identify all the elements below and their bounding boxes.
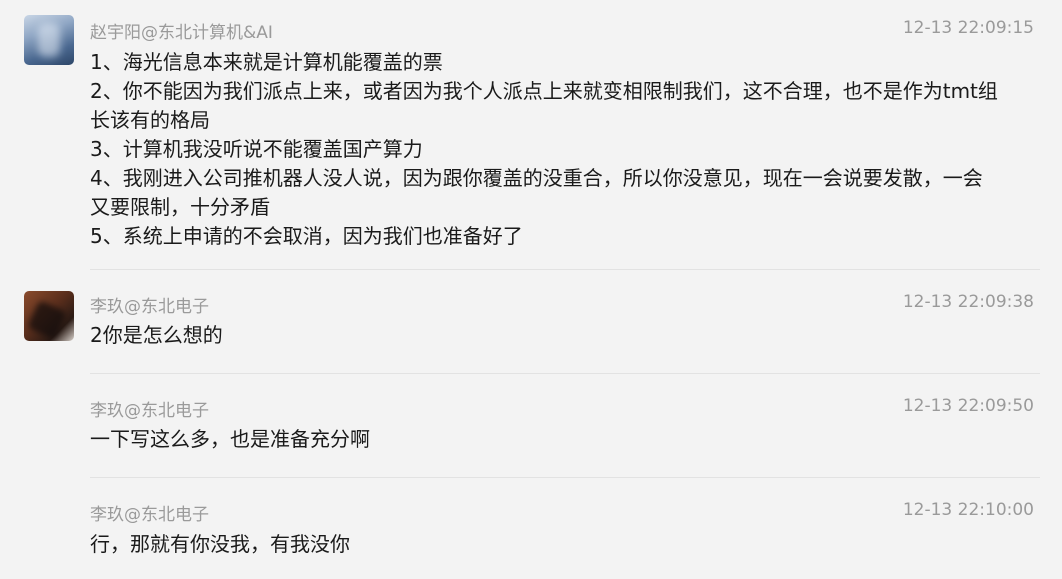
message-line: 4、我刚进入公司推机器人没人说，因为跟你覆盖的没重合，所以你没意见，现在一会说要… bbox=[90, 166, 983, 190]
message-line: 一下写这么多，也是准备充分啊 bbox=[90, 427, 370, 451]
message-line: 2、你不能因为我们派点上来，或者因为我个人派点上来就变相限制我们，这不合理，也不… bbox=[90, 79, 998, 103]
message-line: 5、系统上申请的不会取消，因为我们也准备好了 bbox=[90, 224, 523, 248]
sender-name[interactable]: 李玖@东北电子 bbox=[90, 292, 209, 317]
message-text: 2你是怎么想的 bbox=[90, 321, 1040, 350]
message-divider bbox=[90, 269, 1040, 270]
message-timestamp: 12-13 22:09:50 bbox=[902, 396, 1034, 416]
message-line: 3、计算机我没听说不能覆盖国产算力 bbox=[90, 137, 423, 161]
message-line: 又要限制，十分矛盾 bbox=[90, 195, 270, 219]
message-line: 行，那就有你没我，有我没你 bbox=[90, 532, 350, 556]
avatar[interactable] bbox=[24, 291, 74, 341]
message-timestamp: 12-13 22:10:00 bbox=[902, 500, 1034, 520]
message-divider bbox=[90, 373, 1040, 374]
message-text: 行，那就有你没我，有我没你 bbox=[90, 530, 1040, 559]
message-divider bbox=[90, 477, 1040, 478]
message-timestamp: 12-13 22:09:15 bbox=[902, 18, 1034, 38]
sender-name[interactable]: 李玖@东北电子 bbox=[90, 396, 209, 421]
chat-history: 赵宇阳@东北计算机&AI 12-13 22:09:15 1、海光信息本来就是计算… bbox=[0, 0, 1062, 579]
message-line: 2你是怎么想的 bbox=[90, 323, 223, 347]
avatar[interactable] bbox=[24, 15, 74, 65]
message-line: 1、海光信息本来就是计算机能覆盖的票 bbox=[90, 50, 443, 74]
sender-name[interactable]: 李玖@东北电子 bbox=[90, 500, 209, 525]
message-line: 长该有的格局 bbox=[90, 108, 210, 132]
message-timestamp: 12-13 22:09:38 bbox=[902, 292, 1034, 312]
message-text: 1、海光信息本来就是计算机能覆盖的票 2、你不能因为我们派点上来，或者因为我个人… bbox=[90, 48, 1040, 251]
sender-name[interactable]: 赵宇阳@东北计算机&AI bbox=[90, 18, 273, 43]
message-text: 一下写这么多，也是准备充分啊 bbox=[90, 425, 1040, 454]
